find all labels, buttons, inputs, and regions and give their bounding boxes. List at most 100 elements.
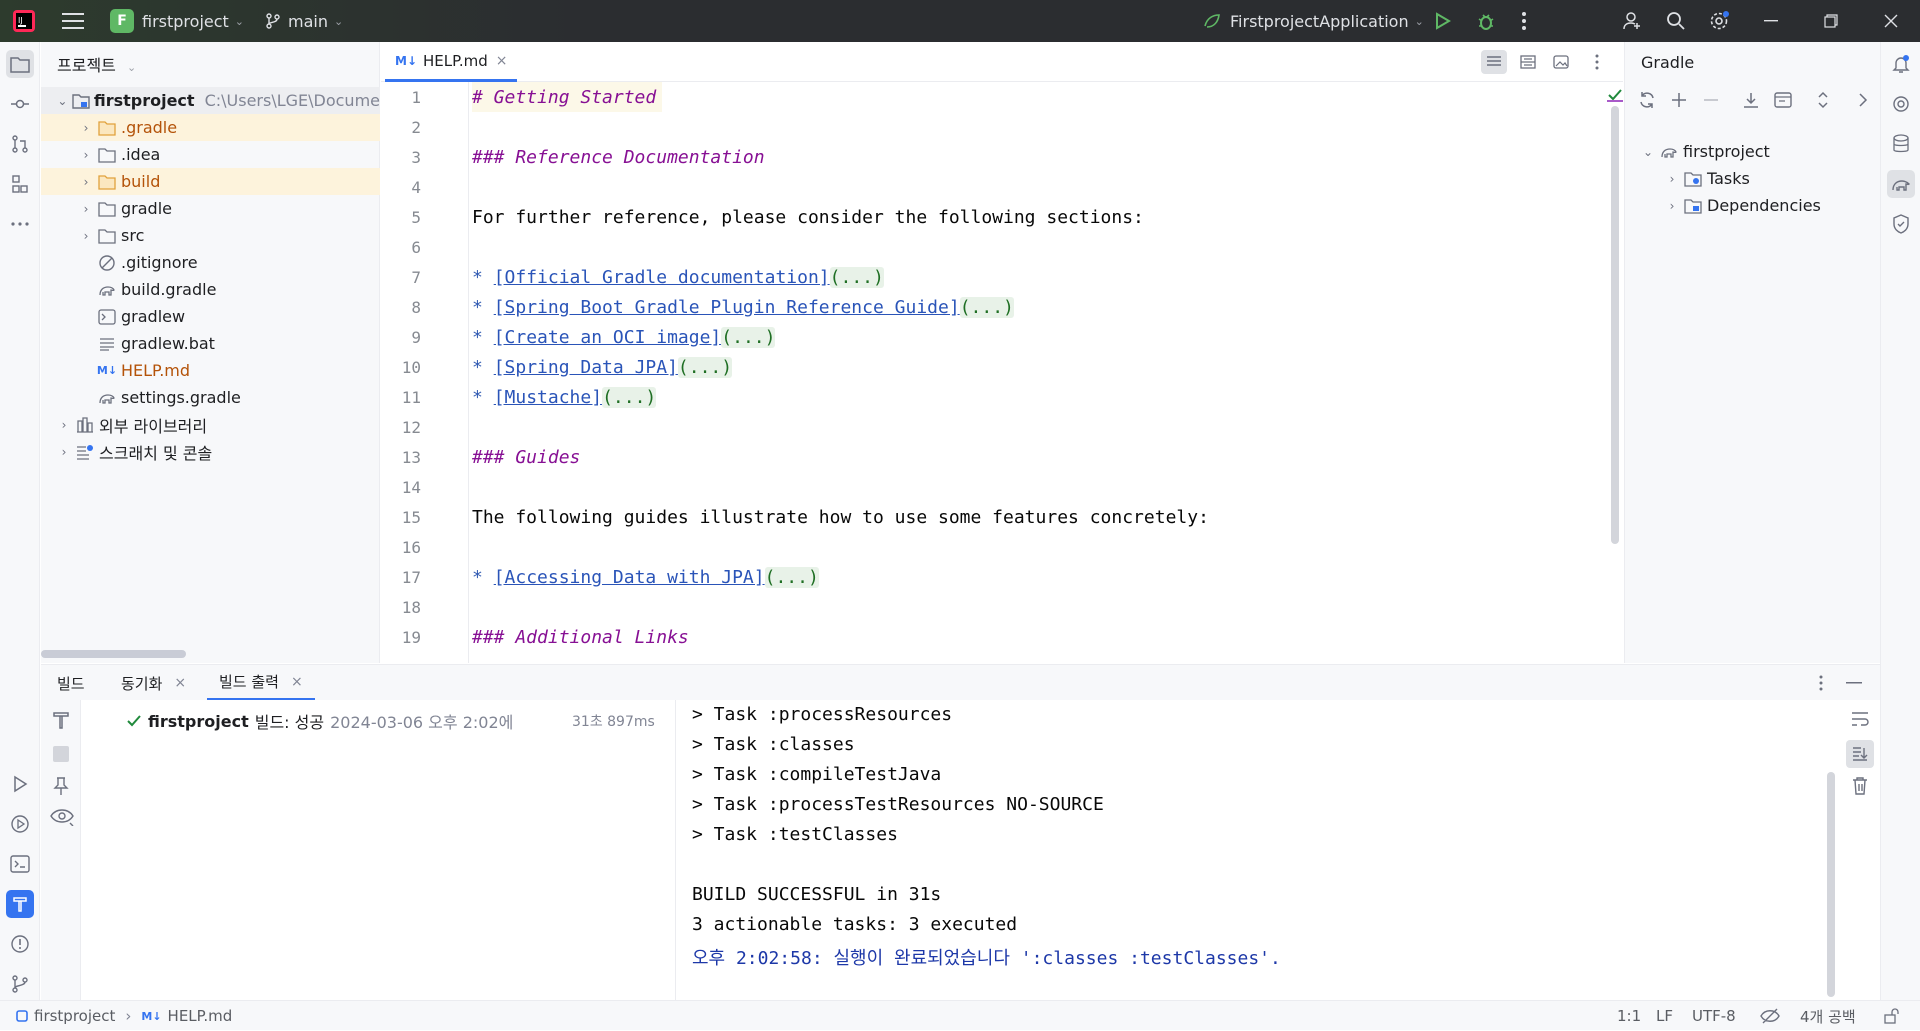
- line-separator[interactable]: LF: [1656, 1001, 1673, 1031]
- tree-item-gradle[interactable]: › gradle: [41, 195, 380, 222]
- close-icon[interactable]: ×: [291, 674, 303, 690]
- refresh-icon[interactable]: [1637, 90, 1657, 110]
- file-encoding[interactable]: UTF-8: [1692, 1001, 1736, 1031]
- services-tool-button[interactable]: [6, 810, 34, 838]
- eye-icon[interactable]: [50, 808, 74, 826]
- more-actions-icon[interactable]: [1521, 0, 1527, 42]
- more-tools-icon[interactable]: [6, 210, 34, 238]
- minimize-window-button[interactable]: [1764, 0, 1778, 42]
- structure-tool-button[interactable]: [6, 170, 34, 198]
- tree-item-build[interactable]: › build: [41, 168, 380, 195]
- build-tool-button[interactable]: [6, 890, 34, 918]
- tree-item-help-md[interactable]: M↓ HELP.md: [41, 357, 380, 384]
- tree-item-scratches[interactable]: › 스크래치 및 콘솔: [41, 438, 380, 465]
- minus-icon[interactable]: [1701, 90, 1721, 110]
- execute-task-icon[interactable]: [1773, 90, 1793, 110]
- markdown-link[interactable]: [Spring Boot Gradle Plugin Reference Gui…: [494, 297, 960, 318]
- tab-help-md[interactable]: M↓ HELP.md ×: [385, 42, 518, 82]
- main-menu-icon[interactable]: [62, 0, 84, 42]
- close-window-button[interactable]: [1884, 0, 1898, 42]
- caret-position[interactable]: 1:1: [1617, 1001, 1641, 1031]
- tree-root-firstproject[interactable]: ⌄ firstproject C:\Users\LGE\Docume: [41, 87, 380, 114]
- commit-tool-button[interactable]: [6, 90, 34, 118]
- code-editor[interactable]: 1 2 3 4 5 6 7 8 9 10 11 12 13 14 15 16 1…: [381, 82, 1623, 663]
- project-selector[interactable]: F firstproject ⌄: [110, 0, 244, 42]
- tree-item-idea[interactable]: › .idea: [41, 141, 380, 168]
- folded-url[interactable]: (...): [829, 267, 884, 288]
- gradle-root-firstproject[interactable]: ⌄ firstproject: [1625, 138, 1881, 165]
- run-button[interactable]: [1432, 0, 1452, 42]
- project-panel-header[interactable]: 프로젝트 ⌄: [57, 52, 136, 76]
- tab-sync[interactable]: 동기화 ×: [121, 665, 186, 701]
- folded-url[interactable]: (...): [602, 387, 657, 408]
- tree-item-external-libraries[interactable]: › 외부 라이브러리: [41, 411, 380, 438]
- tree-item-gitignore[interactable]: .gitignore: [41, 249, 380, 276]
- tab-build-output[interactable]: 빌드 출력 ×: [207, 665, 315, 701]
- rerun-hammer-icon[interactable]: [51, 710, 71, 730]
- app-logo-icon[interactable]: IJ: [12, 0, 36, 42]
- search-icon[interactable]: [1666, 0, 1686, 42]
- plus-icon[interactable]: [1669, 90, 1689, 110]
- console-scrollbar[interactable]: [1827, 772, 1835, 997]
- markdown-link[interactable]: [Create an OCI image]: [494, 327, 722, 348]
- download-icon[interactable]: [1741, 90, 1761, 110]
- git-tool-button[interactable]: [6, 970, 34, 998]
- vertical-scrollbar[interactable]: [1611, 106, 1619, 544]
- tool-window-more-icon[interactable]: [1819, 675, 1823, 691]
- add-user-icon[interactable]: [1622, 0, 1642, 42]
- close-icon[interactable]: ×: [496, 53, 508, 69]
- tree-item-settings-gradle[interactable]: settings.gradle: [41, 384, 380, 411]
- folded-url[interactable]: (...): [959, 297, 1014, 318]
- read-only-toggle-icon[interactable]: [1884, 1001, 1900, 1031]
- project-tool-button[interactable]: [6, 50, 34, 78]
- markdown-link[interactable]: [Official Gradle documentation]: [494, 267, 830, 288]
- close-icon[interactable]: ×: [174, 675, 186, 691]
- build-output-console[interactable]: > Task :processResources > Task :classes…: [677, 700, 1840, 1000]
- expand-collapse-icon[interactable]: [1813, 90, 1833, 110]
- preview-only-button[interactable]: [1548, 50, 1574, 74]
- tab-build[interactable]: 빌드: [57, 665, 85, 701]
- debug-button[interactable]: [1475, 0, 1497, 42]
- gradle-tool-button[interactable]: [1887, 170, 1915, 198]
- folded-url[interactable]: (...): [721, 327, 776, 348]
- folded-url[interactable]: (...): [677, 357, 733, 378]
- markdown-link[interactable]: [Mustache]: [494, 387, 602, 408]
- tree-item-dot-gradle[interactable]: › .gradle: [41, 114, 380, 141]
- gradle-item-dependencies[interactable]: › Dependencies: [1625, 192, 1881, 219]
- markdown-link[interactable]: [Spring Data JPA]: [494, 357, 678, 378]
- terminal-tool-button[interactable]: [6, 850, 34, 878]
- restore-window-button[interactable]: [1824, 0, 1838, 42]
- build-result-row[interactable]: firstproject 빌드: 성공 2024-03-06 오후 2:02에: [126, 709, 513, 733]
- problems-tool-button[interactable]: [6, 930, 34, 958]
- database-tool-button[interactable]: [1887, 130, 1915, 158]
- ai-assistant-tool-button[interactable]: [1887, 90, 1915, 118]
- inspection-ok-icon[interactable]: [1607, 88, 1623, 102]
- chevron-right-icon[interactable]: [1857, 92, 1869, 108]
- split-view-button[interactable]: [1515, 50, 1541, 74]
- breadcrumb-file[interactable]: HELP.md: [168, 1007, 233, 1025]
- notifications-tool-button[interactable]: [1887, 50, 1915, 78]
- editor-more-icon[interactable]: [1589, 50, 1605, 74]
- horizontal-scrollbar[interactable]: [41, 650, 186, 658]
- pin-icon[interactable]: [52, 776, 70, 796]
- folded-url[interactable]: (...): [764, 567, 819, 588]
- hide-tool-window-icon[interactable]: [1846, 682, 1862, 684]
- indent-setting[interactable]: 4개 공백: [1800, 1001, 1856, 1031]
- tree-item-build-gradle[interactable]: build.gradle: [41, 276, 380, 303]
- gradle-item-tasks[interactable]: › Tasks: [1625, 165, 1881, 192]
- stop-icon[interactable]: [53, 746, 69, 762]
- run-config-selector[interactable]: FirstprojectApplication ⌄: [1202, 0, 1424, 42]
- run-tool-button[interactable]: [6, 770, 34, 798]
- pull-requests-tool-button[interactable]: [6, 130, 34, 158]
- trash-icon[interactable]: [1851, 776, 1869, 796]
- scroll-to-end-button[interactable]: [1846, 740, 1874, 768]
- settings-gear-icon[interactable]: [1708, 0, 1730, 42]
- tree-item-src[interactable]: › src: [41, 222, 380, 249]
- tree-item-gradlew[interactable]: gradlew: [41, 303, 380, 330]
- tree-item-gradlew-bat[interactable]: gradlew.bat: [41, 330, 380, 357]
- branch-selector[interactable]: main ⌄: [264, 0, 343, 42]
- breadcrumb-project[interactable]: firstproject: [34, 1007, 115, 1025]
- editor-only-view-button[interactable]: [1481, 50, 1507, 74]
- security-tool-button[interactable]: [1887, 210, 1915, 238]
- inspections-off-icon[interactable]: [1760, 1001, 1780, 1031]
